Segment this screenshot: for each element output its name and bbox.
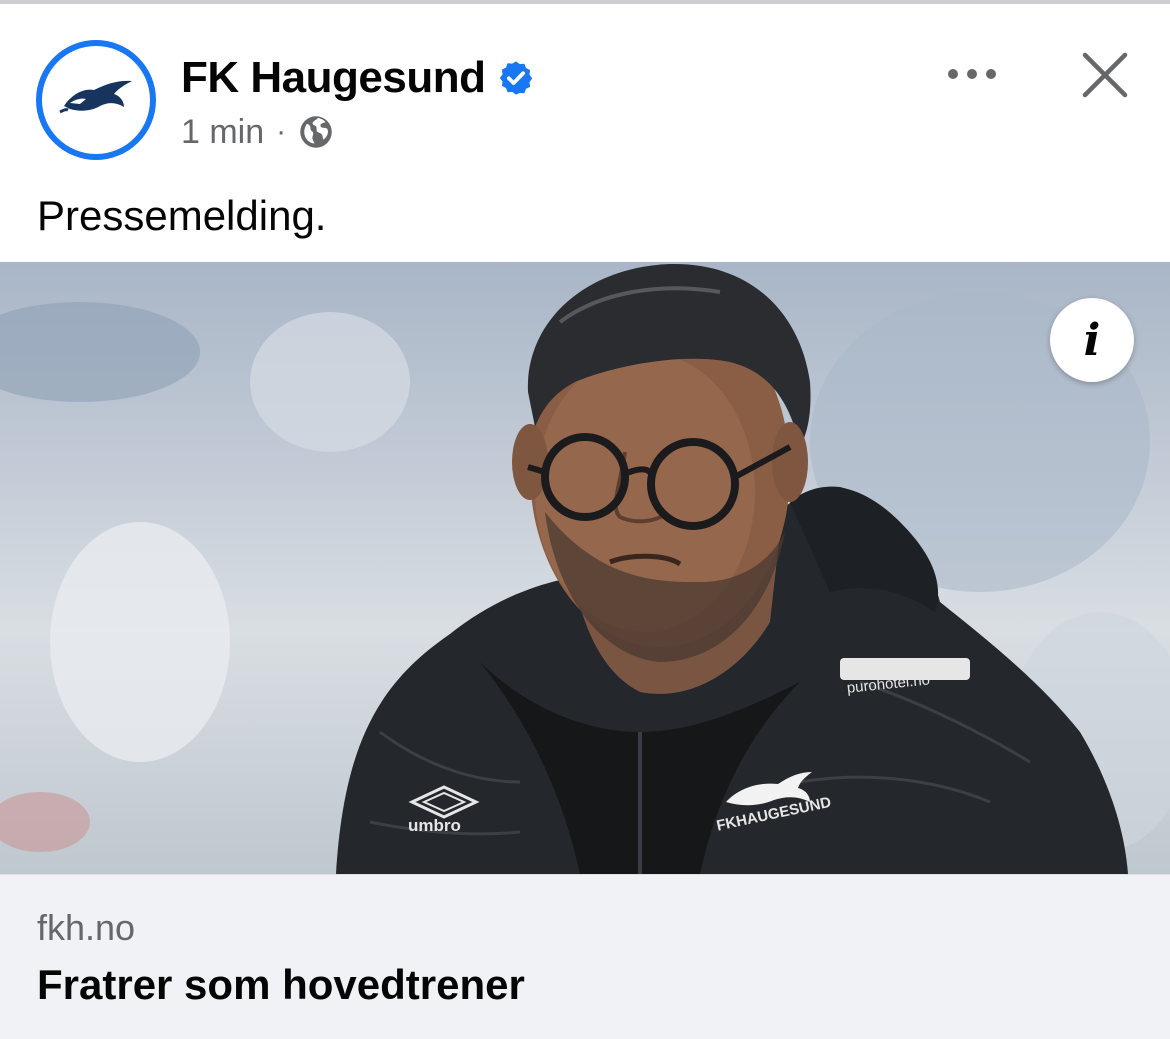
meta-separator: · [276,115,287,148]
close-icon [1082,52,1128,98]
globe-icon [298,114,334,150]
link-preview-card[interactable]: fkh.no Fratrer som hovedtrener [0,874,1170,1039]
page-avatar[interactable] [36,40,156,160]
post-meta: 1 min · [181,112,334,152]
link-title[interactable]: Fratrer som hovedtrener [37,961,525,1009]
info-button[interactable]: i [1050,298,1134,382]
jacket-text-umbro: umbro [408,816,461,835]
link-domain: fkh.no [37,907,136,948]
club-crest-logo [42,46,150,154]
more-horizontal-icon [948,69,996,79]
verified-badge-icon [497,59,535,97]
page-name-row: FK Haugesund [181,50,535,106]
page-name[interactable]: FK Haugesund [181,53,486,103]
post-photo[interactable]: umbro FKHAUGESUND purohotel.no [0,262,1170,874]
info-icon: i [1083,314,1101,366]
close-button[interactable] [1076,46,1134,104]
post-header: FK Haugesund 1 min · Pressemelding. [0,4,1170,262]
more-options-button[interactable] [940,50,1004,98]
post-timestamp[interactable]: 1 min [181,113,264,152]
post-text: Pressemelding. [37,192,327,239]
